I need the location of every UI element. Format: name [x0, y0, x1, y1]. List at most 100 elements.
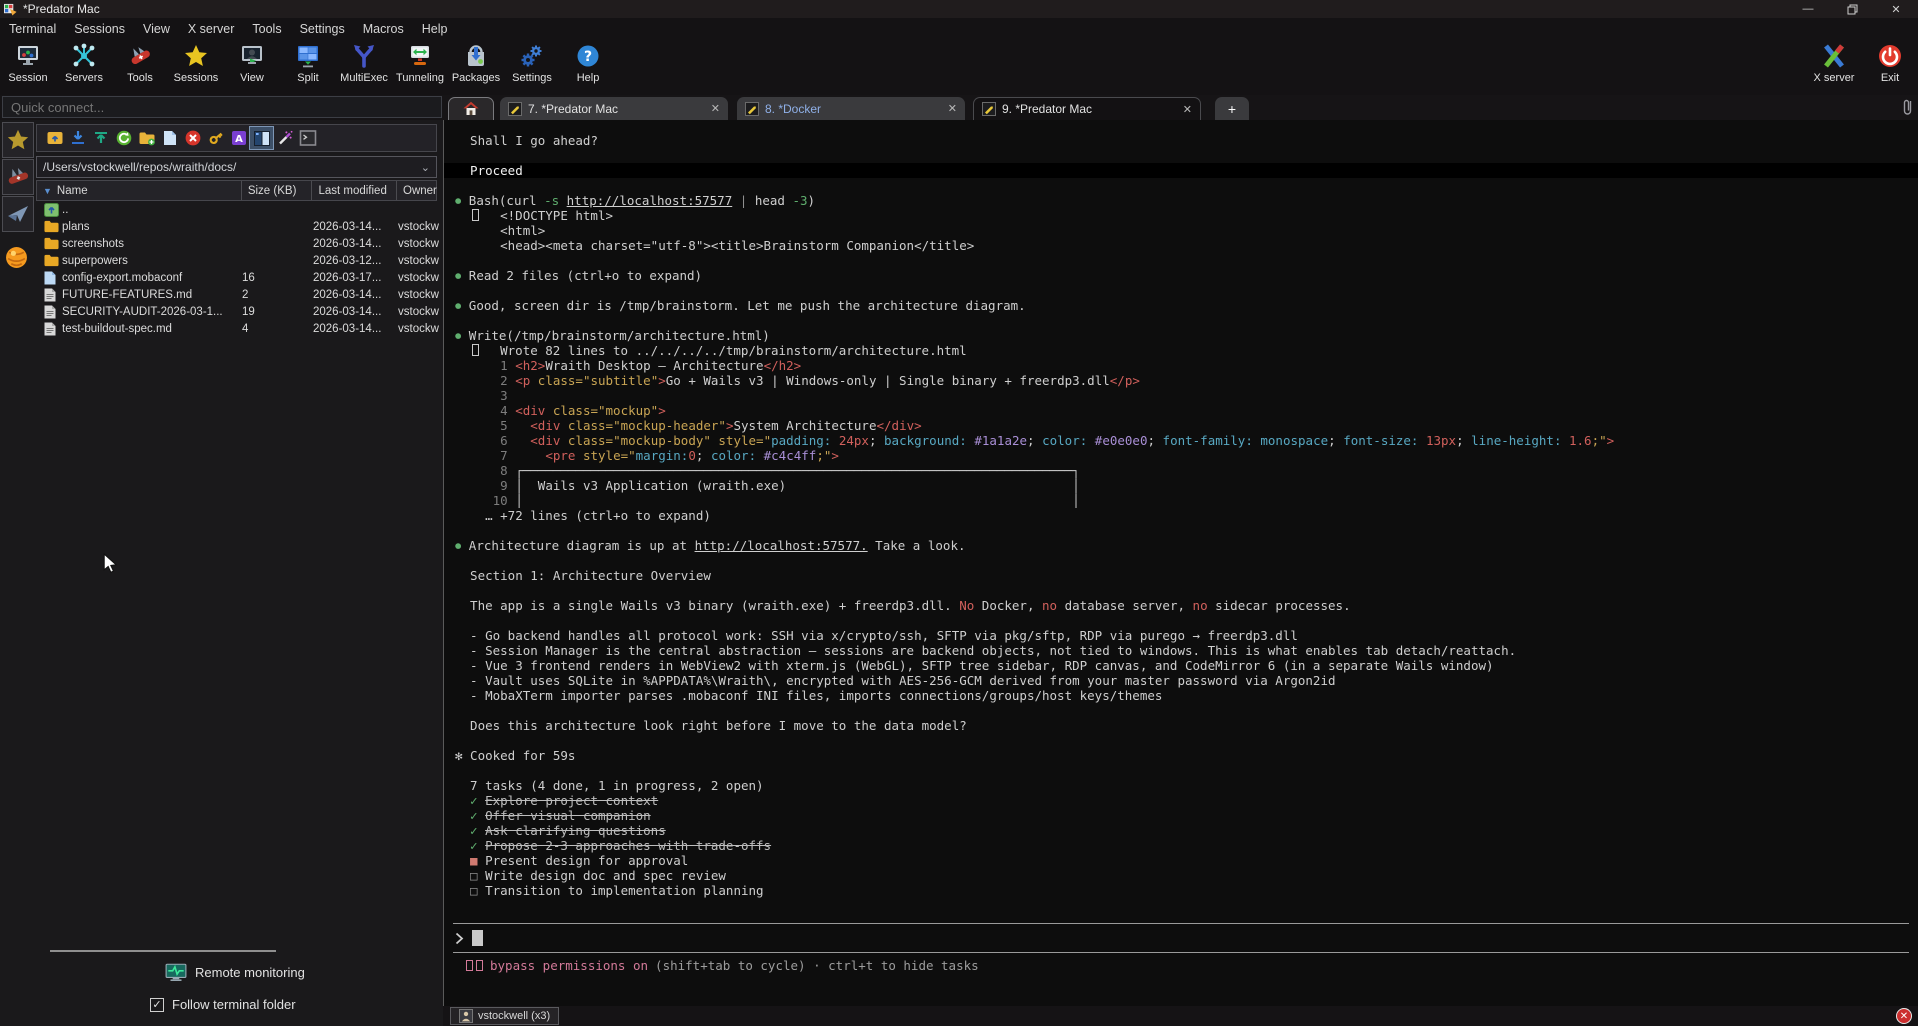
- remote-monitoring[interactable]: Remote monitoring: [165, 963, 305, 982]
- toolbar-label: Settings: [512, 72, 552, 84]
- column-header-modified[interactable]: Last modified: [312, 181, 397, 200]
- file-toolbar: A: [36, 124, 437, 152]
- file-row-superpowers[interactable]: superpowers2026-03-12...vstockw: [36, 252, 437, 269]
- quick-connect-input[interactable]: [2, 96, 442, 118]
- column-header-size[interactable]: Size (KB): [242, 181, 313, 200]
- new-tab-button[interactable]: +: [1215, 97, 1249, 120]
- toolbar-tunneling-button[interactable]: Tunneling: [392, 42, 448, 84]
- toolbar-servers-button[interactable]: Servers: [56, 42, 112, 84]
- close-icon[interactable]: ✕: [701, 102, 720, 115]
- toolbar-session-button[interactable]: Session: [0, 42, 56, 84]
- menu-view[interactable]: View: [134, 20, 179, 38]
- delete-icon[interactable]: [181, 127, 204, 149]
- close-session-button[interactable]: ✕: [1896, 1008, 1912, 1024]
- terminal-output: Shall I go ahead? Proceed⏺ Bash(curl -s …: [444, 133, 1918, 898]
- terminal-line: ⏺ Write(/tmp/brainstorm/architecture.htm…: [444, 328, 1918, 343]
- file-row-screenshots[interactable]: screenshots2026-03-14...vstockw: [36, 235, 437, 252]
- close-icon[interactable]: ✕: [1173, 103, 1192, 116]
- selected-option[interactable]: Proceed: [444, 163, 1918, 178]
- prompt-input[interactable]: [453, 924, 1909, 952]
- terminal-line: ⏺ Architecture diagram is up at http://l…: [444, 538, 1918, 553]
- panel-toggle-icon[interactable]: [250, 127, 273, 149]
- file-row-test-buildout-spec-md[interactable]: test-buildout-spec.md42026-03-14...vstoc…: [36, 320, 437, 337]
- toolbar-exit-button[interactable]: Exit: [1862, 42, 1918, 84]
- terminal-line: - MobaXTerm importer parses .mobaconf IN…: [444, 688, 1918, 703]
- checkbox-checked[interactable]: ✓: [150, 998, 164, 1012]
- key-icon[interactable]: [204, 127, 227, 149]
- menu-terminal[interactable]: Terminal: [0, 20, 65, 38]
- toolbar-x-server-button[interactable]: X server: [1806, 42, 1862, 84]
- terminal-line: □ Transition to implementation planning: [444, 883, 1918, 898]
- current-path: /Users/vstockwell/repos/wraith/docs/: [43, 160, 236, 174]
- toolbar-settings-button[interactable]: Settings: [504, 42, 560, 84]
- file-name: test-buildout-spec.md: [62, 323, 172, 335]
- session-user-tab[interactable]: vstockwell (x3): [450, 1007, 559, 1025]
- minimize-button[interactable]: —: [1786, 0, 1830, 18]
- toolbar-help-button[interactable]: ?Help: [560, 42, 616, 84]
- toolbar-view-button[interactable]: View: [224, 42, 280, 84]
- toolbar-packages-button[interactable]: Packages: [448, 42, 504, 84]
- tab-9-predator-mac[interactable]: 9. *Predator Mac ✕: [973, 97, 1201, 120]
- restore-button[interactable]: [1830, 0, 1874, 18]
- menu-x-server[interactable]: X server: [179, 20, 244, 38]
- close-icon[interactable]: ✕: [938, 102, 957, 115]
- file-row-FUTURE-FEATURES-md[interactable]: FUTURE-FEATURES.md22026-03-14...vstockw: [36, 286, 437, 303]
- wand-icon[interactable]: [273, 127, 296, 149]
- tab-home[interactable]: [448, 97, 494, 120]
- paperclip-icon[interactable]: [1901, 97, 1914, 122]
- file-row--[interactable]: ..: [36, 201, 437, 218]
- font-icon[interactable]: A: [227, 127, 250, 149]
- terminal-line: [444, 733, 1918, 748]
- tab-bar: 7. *Predator Mac✕8. *Docker✕9. *Predator…: [0, 95, 1918, 120]
- toolbar-tools-button[interactable]: Tools: [112, 42, 168, 84]
- folder-icon: [44, 220, 59, 234]
- macros-plane-icon[interactable]: [2, 196, 34, 232]
- permissions-mode: bypass permissions on: [490, 958, 648, 973]
- menu-sessions[interactable]: Sessions: [65, 20, 134, 38]
- tab-8-docker[interactable]: 8. *Docker✕: [737, 97, 965, 120]
- file-row-plans[interactable]: plans2026-03-14...vstockw: [36, 218, 437, 235]
- terminal-box-icon[interactable]: [296, 127, 319, 149]
- terminal-line: 6 <div class="mockup-body" style="paddin…: [444, 433, 1918, 448]
- file-row-SECURITY-AUDIT-2026-03-1-[interactable]: SECURITY-AUDIT-2026-03-1...192026-03-14.…: [36, 303, 437, 320]
- file-icon: [44, 271, 59, 285]
- menu-tools[interactable]: Tools: [243, 20, 290, 38]
- tab-label: 9. *Predator Mac: [1002, 102, 1092, 116]
- column-header-name[interactable]: ▼Name: [37, 181, 242, 200]
- refresh-icon[interactable]: [112, 127, 135, 149]
- menu-macros[interactable]: Macros: [354, 20, 413, 38]
- tab-label: 7. *Predator Mac: [528, 102, 618, 116]
- tab-7-predator-mac[interactable]: 7. *Predator Mac ✕: [500, 97, 728, 120]
- file-name: superpowers: [62, 255, 128, 267]
- globe-icon[interactable]: [5, 246, 28, 274]
- help-icon: ?: [575, 42, 601, 70]
- svg-text:A: A: [235, 134, 243, 145]
- menu-settings[interactable]: Settings: [291, 20, 354, 38]
- file-icon: [44, 288, 59, 302]
- new-folder-icon[interactable]: [135, 127, 158, 149]
- tools-icon: [127, 42, 153, 70]
- follow-terminal-folder[interactable]: ✓ Follow terminal folder: [150, 997, 296, 1012]
- folder-up-icon[interactable]: [43, 127, 66, 149]
- terminal-pane[interactable]: Shall I go ahead? Proceed⏺ Bash(curl -s …: [443, 120, 1918, 1006]
- toolbar-multiexec-button[interactable]: MultiExec: [336, 42, 392, 84]
- terminal-line: 8 ┌─────────────────────────────────────…: [444, 463, 1918, 478]
- download-icon[interactable]: [66, 127, 89, 149]
- column-header-owner[interactable]: Owner: [397, 181, 436, 200]
- file-row-config-export-mobaconf[interactable]: config-export.mobaconf162026-03-17...vst…: [36, 269, 437, 286]
- terminal-line: ✓ Explore project context: [444, 793, 1918, 808]
- tools-knife-icon[interactable]: [2, 159, 34, 195]
- close-button[interactable]: ✕: [1874, 0, 1918, 18]
- terminal-tab-icon: [508, 102, 522, 116]
- path-bar[interactable]: /Users/vstockwell/repos/wraith/docs/ ⌄: [36, 156, 437, 178]
- menu-help[interactable]: Help: [413, 20, 457, 38]
- toolbar-sessions-button[interactable]: Sessions: [168, 42, 224, 84]
- menu-bar: TerminalSessionsViewX serverToolsSetting…: [0, 18, 1918, 40]
- upload-icon[interactable]: [89, 127, 112, 149]
- status-hints: (shift+tab to cycle) · ctrl+t to hide ta…: [655, 958, 979, 973]
- new-file-icon[interactable]: [158, 127, 181, 149]
- favorites-star-icon[interactable]: [2, 122, 34, 158]
- chevron-down-icon[interactable]: ⌄: [421, 161, 430, 174]
- terminal-line: … +72 lines (ctrl+o to expand): [444, 508, 1918, 523]
- toolbar-split-button[interactable]: Split: [280, 42, 336, 84]
